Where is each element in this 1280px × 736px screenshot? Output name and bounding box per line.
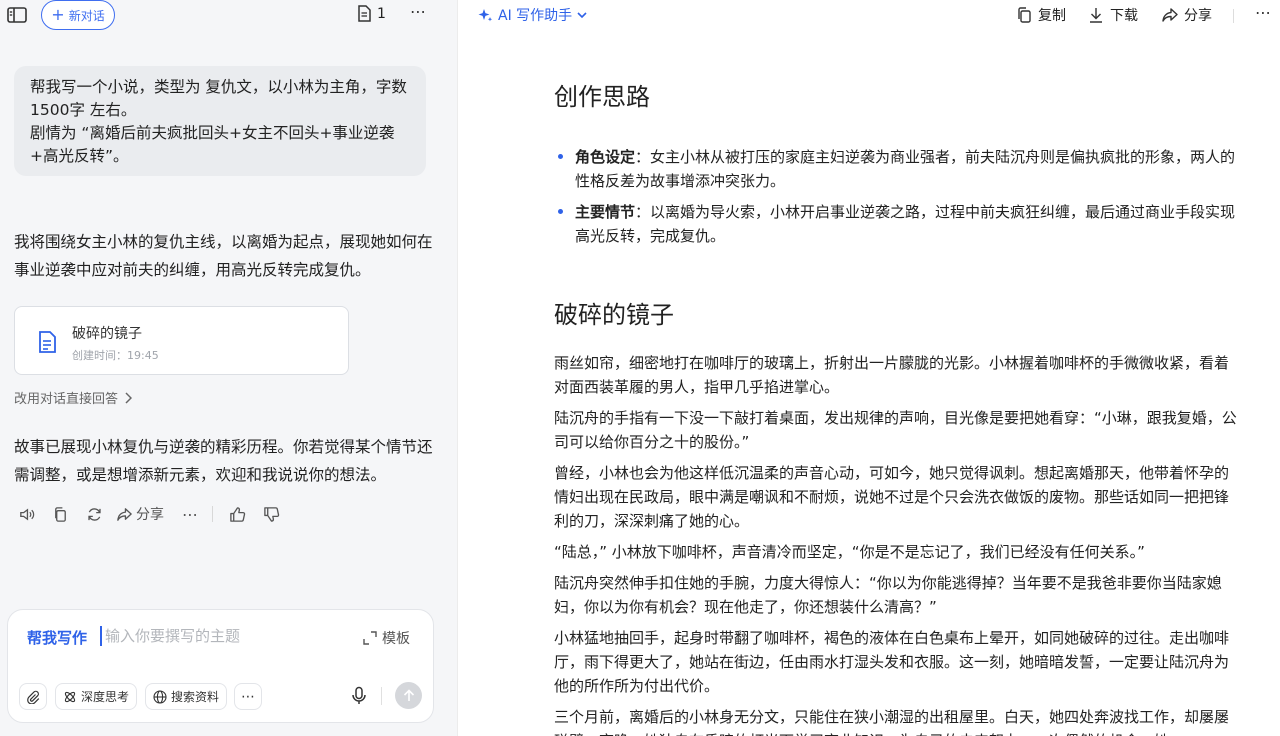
share-label: 分享	[1184, 8, 1212, 24]
list-item-text: ：以离婚为导火索，小林开启事业逆袭之路，过程中前夫疯狂纠缠，最后通过商业手段实现…	[575, 203, 1236, 245]
more-options-icon[interactable]: ⋯	[410, 2, 427, 21]
thumbs-down-icon	[263, 506, 279, 522]
attach-button[interactable]	[19, 683, 47, 710]
web-search-label: 搜索资料	[170, 690, 219, 704]
speaker-icon	[19, 507, 34, 521]
document-icon	[358, 5, 371, 22]
message-actions: 分享 ⋯	[14, 503, 283, 525]
copy-button[interactable]	[48, 503, 72, 525]
user-message: 帮我写一个小说，类型为 复仇文，以小林为主角，字数1500字 左右。 剧情为 “…	[14, 66, 426, 176]
switch-to-chat-answer-label: 改用对话直接回答	[14, 392, 119, 407]
more-actions-icon[interactable]: ⋯	[180, 503, 200, 525]
documents-button[interactable]: 1	[357, 5, 386, 22]
document-count: 1	[377, 5, 386, 22]
document-created-time: 创建时间：19:45	[72, 349, 159, 362]
story-paragraph: 曾经，小林也会为他这样低沉温柔的声音心动，可如今，她只觉得讽刺。想起离婚那天，他…	[554, 464, 1230, 530]
share-label: 分享	[136, 507, 164, 523]
chevron-down-icon	[577, 11, 587, 18]
share-icon	[1162, 8, 1178, 22]
document-icon	[39, 331, 56, 353]
story-body: 雨丝如帘，细密地打在咖啡厅的玻璃上，折射出一片朦胧的光影。小林握着咖啡杯的手微微…	[554, 351, 1240, 736]
template-button[interactable]: 模板	[363, 628, 410, 648]
chat-panel: + 新对话 1 ⋯ 帮我写一个小说，类型为 复仇文，以小林为主角，字数1500字…	[0, 0, 458, 736]
read-aloud-button[interactable]	[14, 503, 38, 525]
story-paragraph: 雨丝如帘，细密地打在咖啡厅的玻璃上，折射出一片朦胧的光影。小林握着咖啡杯的手微微…	[554, 354, 1230, 396]
section-heading: 创作思路	[554, 83, 650, 111]
topic-input[interactable]	[105, 624, 345, 648]
user-message-line: 剧情为 “离婚后前夫疯批回头+女主不回头+事业逆袭+高光反转”。	[30, 124, 395, 165]
regenerate-button[interactable]	[82, 503, 106, 525]
list-item-term: 主要情节	[575, 203, 636, 221]
download-label: 下载	[1110, 8, 1138, 24]
more-options-icon[interactable]: ⋯	[1255, 3, 1272, 22]
download-button[interactable]: 下载	[1088, 5, 1138, 25]
document-panel: AI 写作助手 复制 下载 分享 ⋯ 创作思路 角色设定：女主小林从被打压的家庭…	[458, 0, 1280, 736]
story-paragraph: “陆总，” 小林放下咖啡杯，声音清冷而坚定，“你是不是忘记了，我们已经没有任何关…	[554, 543, 1145, 561]
divider	[381, 687, 382, 705]
list-item-term: 角色设定	[575, 148, 636, 166]
download-icon	[1090, 8, 1102, 23]
atom-icon	[64, 691, 76, 702]
share-icon	[117, 507, 132, 521]
deep-think-label: 深度思考	[80, 690, 129, 704]
template-label: 模板	[382, 631, 410, 647]
story-paragraph: 陆沉舟的手指有一下没一下敲打着桌面，发出规律的声响，目光像是要把她看穿：“小琳，…	[554, 409, 1237, 451]
more-tools-button[interactable]: ⋯	[234, 683, 262, 710]
list-item: 主要情节：以离婚为导火索，小林开启事业逆袭之路，过程中前夫疯狂纠缠，最后通过商业…	[554, 200, 1240, 248]
story-paragraph: 三个月前，离婚后的小林身无分文，只能住在狭小潮湿的出租屋里。白天，她四处奔波找工…	[554, 708, 1230, 736]
story-paragraph: 小林猛地抽回手，起身时带翻了咖啡杯，褐色的液体在白色桌布上晕开，如同她破碎的过往…	[554, 629, 1230, 695]
ai-assistant-dropdown[interactable]: AI 写作助手	[478, 5, 587, 25]
document-title: 破碎的镜子	[72, 326, 142, 342]
sparkle-icon	[478, 8, 493, 21]
story-title: 破碎的镜子	[554, 301, 674, 329]
divider	[1233, 9, 1234, 23]
share-button[interactable]: 分享	[116, 503, 164, 525]
copy-label: 复制	[1038, 8, 1066, 24]
divider	[212, 506, 213, 522]
arrow-up-icon	[403, 689, 414, 701]
paperclip-icon	[27, 690, 40, 704]
chat-toolbar: + 新对话 1 ⋯	[0, 0, 458, 32]
copy-button[interactable]: 复制	[1016, 5, 1066, 25]
ai-outro-message: 故事已展现小林复仇与逆袭的精彩历程。你若觉得某个情节还需调整，或是想增添新元素，…	[14, 438, 433, 484]
copy-icon	[54, 506, 66, 522]
globe-icon	[153, 689, 167, 704]
writing-mode-label[interactable]: 帮我写作	[27, 627, 87, 648]
user-message-line: 帮我写一个小说，类型为 复仇文，以小林为主角，字数1500字 左右。	[30, 78, 407, 119]
chevron-right-icon	[125, 391, 133, 404]
dislike-button[interactable]	[259, 503, 283, 525]
story-paragraph: 陆沉舟突然伸手扣住她的手腕，力度大得惊人：“你以为你能逃得掉？当年要不是我爸非要…	[554, 574, 1222, 616]
idea-list: 角色设定：女主小林从被打压的家庭主妇逆袭为商业强者，前夫陆沉舟则是偏执疯批的形象…	[554, 145, 1240, 255]
microphone-icon[interactable]	[350, 686, 368, 706]
composer: 帮我写作 模板 深度思考 搜索资料 ⋯	[7, 609, 434, 723]
document-toolbar: AI 写作助手 复制 下载 分享 ⋯	[458, 0, 1280, 32]
send-button[interactable]	[395, 682, 422, 709]
switch-to-chat-answer-link[interactable]: 改用对话直接回答	[14, 388, 133, 407]
sidebar-toggle-icon[interactable]	[6, 5, 28, 25]
web-search-toggle[interactable]: 搜索资料	[145, 683, 227, 710]
list-item-text: ：女主小林从被打压的家庭主妇逆袭为商业强者，前夫陆沉舟则是偏执疯批的形象，两人的…	[575, 148, 1236, 190]
plus-icon: +	[51, 5, 65, 24]
text-cursor	[100, 626, 102, 646]
refresh-icon	[87, 507, 101, 521]
expand-icon	[363, 631, 377, 645]
document-card[interactable]: 破碎的镜子 创建时间：19:45	[14, 306, 349, 375]
new-chat-label: 新对话	[68, 8, 105, 23]
share-button[interactable]: 分享	[1162, 5, 1212, 25]
thumbs-up-icon	[229, 506, 245, 522]
ai-intro-message: 我将围绕女主小林的复仇主线，以离婚为起点，展现她如何在事业逆袭中应对前夫的纠缠，…	[14, 233, 433, 279]
deep-think-toggle[interactable]: 深度思考	[55, 683, 137, 710]
new-chat-button[interactable]: + 新对话	[41, 0, 115, 30]
like-button[interactable]	[225, 503, 249, 525]
ai-assistant-label: AI 写作助手	[498, 8, 573, 24]
list-item: 角色设定：女主小林从被打压的家庭主妇逆袭为商业强者，前夫陆沉舟则是偏执疯批的形象…	[554, 145, 1240, 193]
copy-icon	[1018, 7, 1031, 23]
